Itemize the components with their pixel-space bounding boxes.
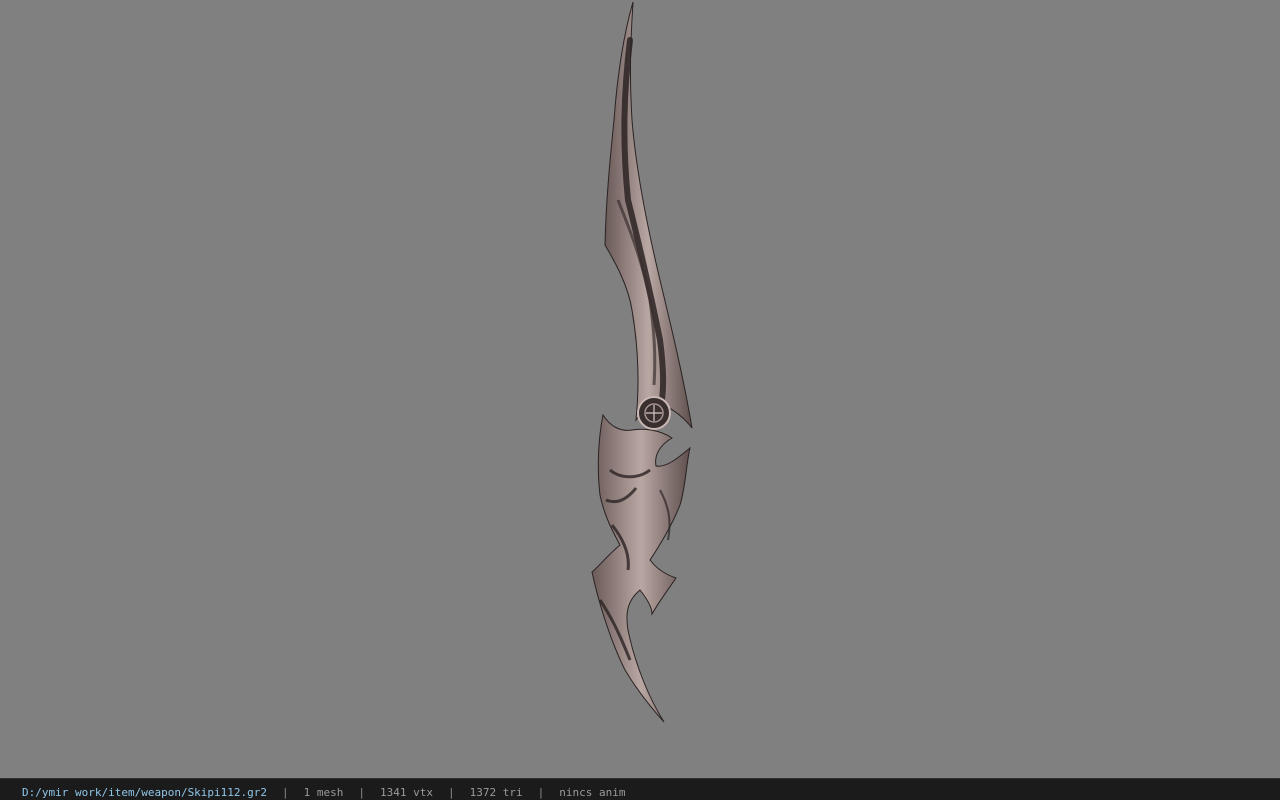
separator: | <box>358 786 366 799</box>
separator: | <box>537 786 545 799</box>
triangle-count: 1372 tri <box>469 786 523 799</box>
blade-upper <box>604 1 693 429</box>
separator: | <box>282 786 289 799</box>
separator: | <box>448 786 455 799</box>
weapon-model-render[interactable] <box>0 0 1280 778</box>
status-bar: D:/ymir work/item/weapon/Skipi112.gr2 | … <box>0 778 1280 800</box>
mesh-count: 1 mesh <box>303 786 344 799</box>
vertex-count: 1341 vtx <box>380 786 434 799</box>
animation-status: nincs anim <box>559 786 626 799</box>
blade-guard <box>591 413 691 723</box>
3d-viewport[interactable] <box>0 0 1280 778</box>
file-path: D:/ymir work/item/weapon/Skipi112.gr2 <box>22 786 268 799</box>
